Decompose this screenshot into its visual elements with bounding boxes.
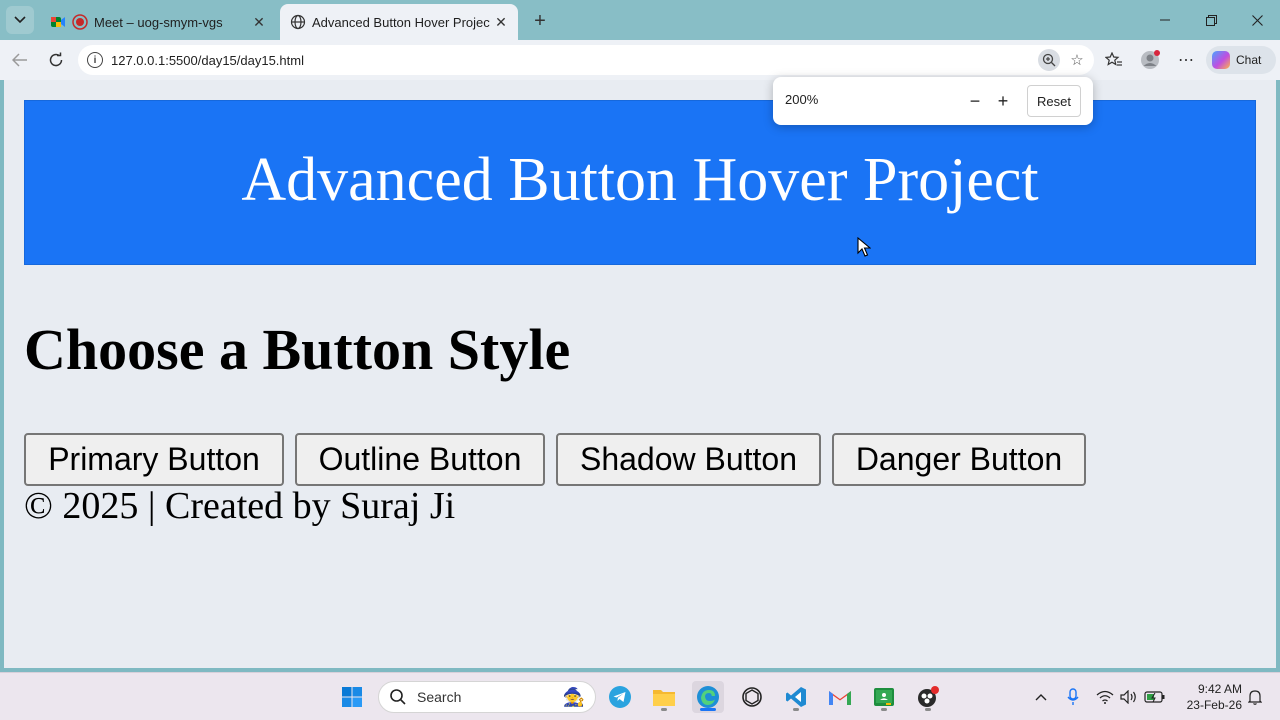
- restore-button[interactable]: [1188, 0, 1234, 40]
- page-footer: © 2025 | Created by Suraj Ji: [24, 485, 456, 527]
- edge-app[interactable]: [692, 681, 724, 713]
- close-icon: [1251, 14, 1263, 26]
- running-indicator: [925, 708, 931, 711]
- back-arrow-icon: [12, 53, 27, 67]
- close-tab-icon[interactable]: ✕: [490, 11, 512, 33]
- obs-icon: [918, 686, 939, 707]
- favorites-icon[interactable]: [1102, 48, 1126, 72]
- back-button[interactable]: [6, 46, 34, 74]
- close-window-button[interactable]: [1234, 0, 1280, 40]
- taskbar: Search 🧙 9:42 AM 23-Feb-26: [0, 672, 1280, 720]
- gmail-icon: [829, 691, 851, 705]
- search-icon: [390, 689, 406, 705]
- minimize-button[interactable]: [1142, 0, 1188, 40]
- running-indicator: [661, 708, 667, 711]
- vscode-app[interactable]: [780, 681, 812, 713]
- tab-advanced-button[interactable]: Advanced Button Hover Project ✕: [280, 4, 518, 40]
- telegram-icon: [609, 686, 631, 708]
- recording-icon: [72, 14, 88, 30]
- folder-icon: [653, 690, 675, 706]
- wifi-icon[interactable]: [1094, 687, 1116, 707]
- button-row: Primary Button Outline Button Shadow But…: [24, 433, 1097, 486]
- system-clock[interactable]: 9:42 AM 23-Feb-26: [1178, 681, 1242, 713]
- shadow-button[interactable]: Shadow Button: [556, 433, 821, 486]
- clock-time: 9:42 AM: [1197, 682, 1242, 696]
- page-viewport: Advanced Button Hover Project Choose a B…: [4, 80, 1276, 668]
- site-info-icon[interactable]: i: [87, 52, 103, 68]
- address-url[interactable]: 127.0.0.1:5500/day15/day15.html: [111, 53, 1038, 68]
- primary-button[interactable]: Primary Button: [24, 433, 284, 486]
- running-indicator: [793, 708, 799, 711]
- start-button[interactable]: [336, 681, 368, 713]
- browser-toolbar: i 127.0.0.1:5500/day15/day15.html ☆ ⋯ Ch…: [0, 40, 1280, 80]
- google-meet-icon: [50, 14, 66, 30]
- search-placeholder: Search: [417, 689, 462, 705]
- zoom-in-button[interactable]: +: [991, 89, 1015, 113]
- restore-icon: [1205, 14, 1217, 26]
- chevron-down-icon: [14, 16, 26, 24]
- new-tab-button[interactable]: +: [528, 9, 552, 33]
- chatgpt-app[interactable]: [736, 681, 768, 713]
- running-indicator: [881, 708, 887, 711]
- refresh-button[interactable]: [42, 46, 70, 74]
- tab-strip: Meet – uog-smym-vgs ✕ Advanced Button Ho…: [0, 0, 1280, 40]
- taskbar-search[interactable]: Search 🧙: [378, 681, 596, 713]
- outline-button[interactable]: Outline Button: [295, 433, 545, 486]
- globe-icon: [290, 14, 306, 30]
- page-title: Advanced Button Hover Project: [241, 146, 1039, 214]
- address-bar[interactable]: i 127.0.0.1:5500/day15/day15.html ☆: [78, 45, 1094, 75]
- profile-avatar[interactable]: [1138, 48, 1162, 72]
- zoom-level: 200%: [785, 92, 819, 107]
- favorite-star-icon[interactable]: ☆: [1066, 49, 1088, 71]
- zoom-out-button[interactable]: −: [963, 89, 987, 113]
- tab-meet[interactable]: Meet – uog-smym-vgs ✕: [40, 4, 276, 40]
- vscode-icon: [786, 687, 806, 707]
- edge-icon: [697, 686, 719, 708]
- windows-icon: [342, 687, 362, 707]
- microphone-icon[interactable]: [1062, 687, 1084, 707]
- telegram-app[interactable]: [604, 681, 636, 713]
- battery-icon[interactable]: [1144, 687, 1166, 707]
- tab-title: Meet – uog-smym-vgs: [94, 14, 223, 30]
- chat-label: Chat: [1236, 53, 1262, 67]
- google-classroom-app[interactable]: [868, 681, 900, 713]
- gmail-app[interactable]: [824, 681, 856, 713]
- search-highlight-icon: 🧙: [562, 686, 585, 707]
- notifications-icon[interactable]: [1244, 687, 1266, 707]
- tab-actions-menu-button[interactable]: [6, 6, 34, 34]
- classroom-icon: [874, 688, 894, 706]
- active-indicator: [700, 708, 716, 711]
- danger-button[interactable]: Danger Button: [832, 433, 1086, 486]
- refresh-icon: [49, 52, 63, 67]
- clock-date: 23-Feb-26: [1186, 698, 1242, 712]
- section-title: Choose a Button Style: [24, 317, 571, 382]
- obs-app[interactable]: [912, 681, 944, 713]
- copilot-icon: [1212, 51, 1230, 69]
- more-options-icon[interactable]: ⋯: [1174, 48, 1198, 72]
- zoom-reset-button[interactable]: Reset: [1027, 85, 1081, 117]
- chevron-up-icon: [1035, 694, 1047, 701]
- chatgpt-icon: [742, 687, 762, 707]
- volume-icon[interactable]: [1118, 687, 1140, 707]
- show-hidden-icons[interactable]: [1030, 687, 1052, 707]
- zoom-icon[interactable]: [1038, 49, 1060, 71]
- close-tab-icon[interactable]: ✕: [248, 11, 270, 33]
- minimize-icon: [1160, 19, 1170, 21]
- mouse-cursor-icon: [857, 237, 871, 257]
- copilot-chat-button[interactable]: Chat: [1206, 46, 1276, 74]
- file-explorer-app[interactable]: [648, 681, 680, 713]
- tab-title: Advanced Button Hover Project: [312, 14, 490, 30]
- zoom-popup: 200% − + Reset: [773, 77, 1093, 125]
